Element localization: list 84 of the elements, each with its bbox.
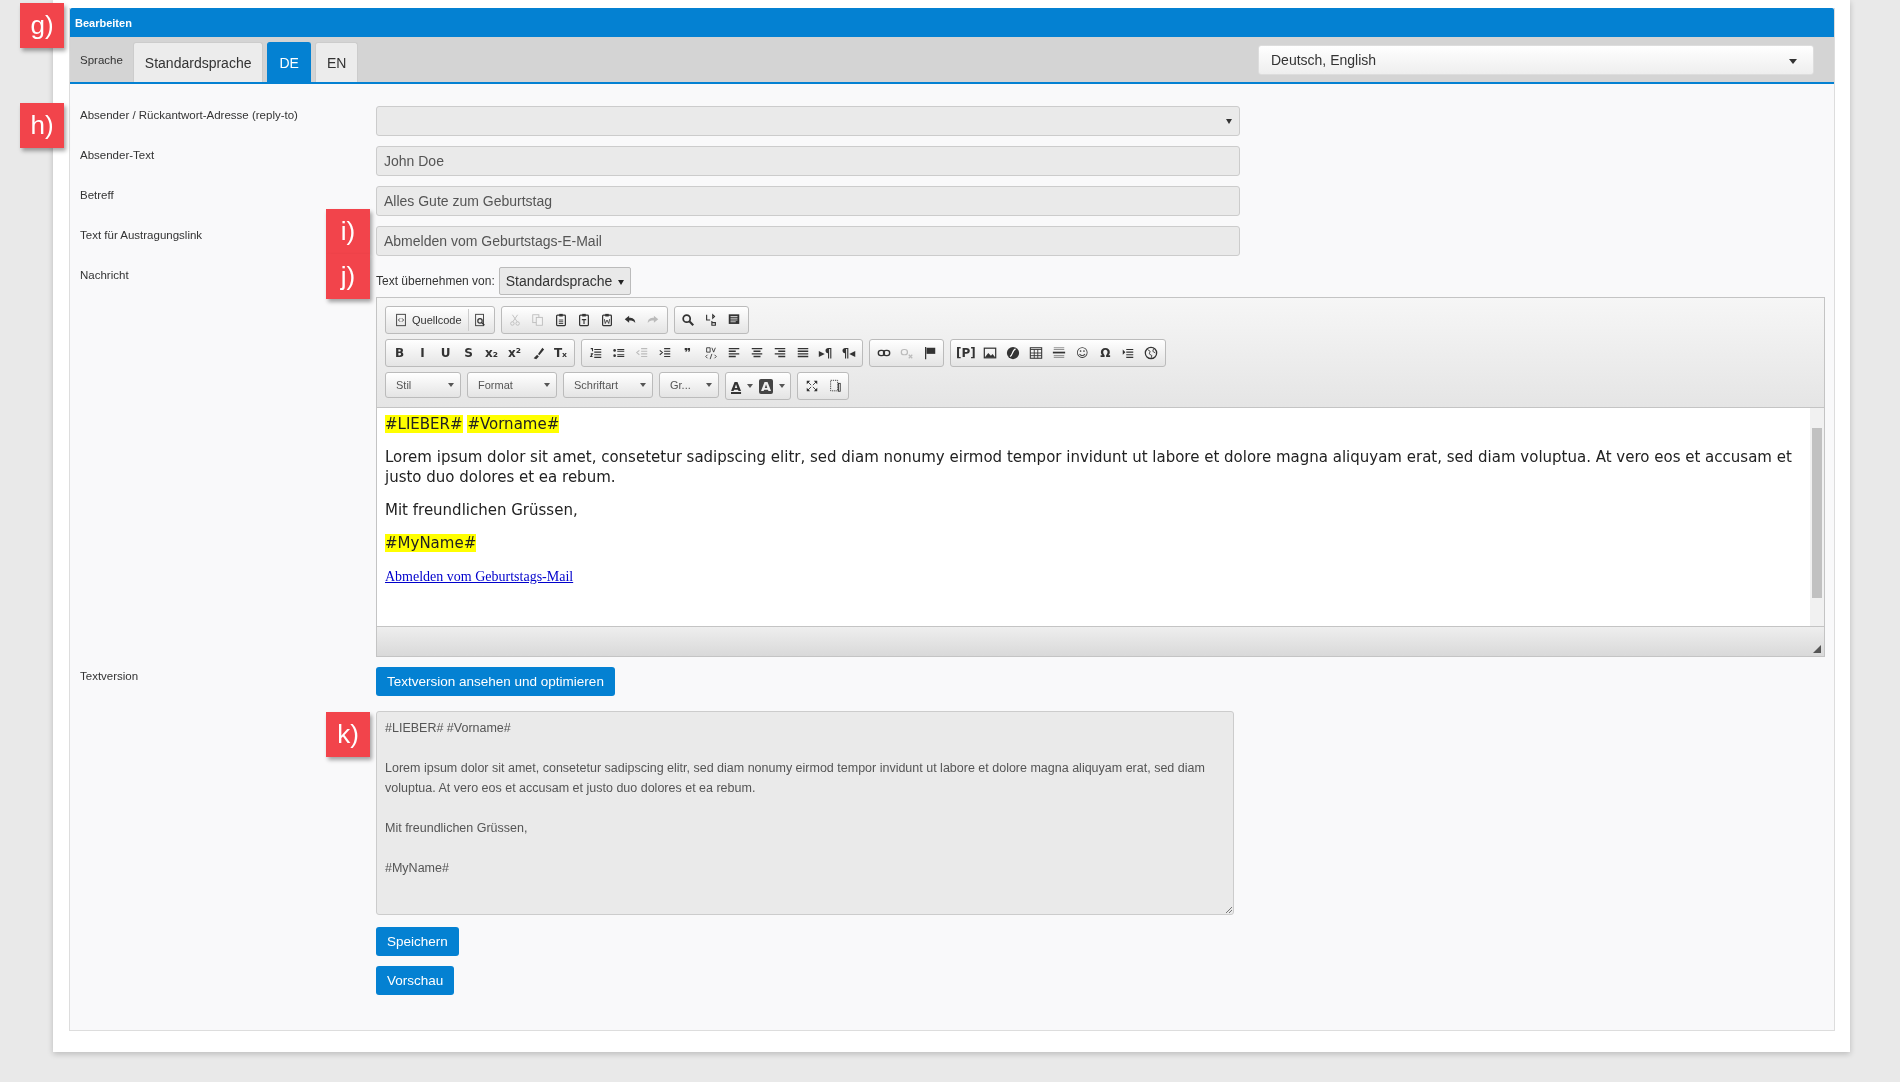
toolbar-button[interactable]: Tₓ — [549, 342, 572, 364]
placeholder-tag: #MyName# — [385, 534, 477, 552]
color-button[interactable]: A — [728, 375, 757, 397]
page-break-icon — [1121, 346, 1136, 360]
language-label: Sprache — [79, 53, 124, 66]
language-tab[interactable]: DE — [267, 42, 311, 82]
unsubscribe-link[interactable]: Abmelden vom Geburtstags-Mail — [385, 569, 574, 584]
maximize-icon — [804, 379, 819, 393]
indent-icon — [657, 346, 672, 360]
scissors-icon — [508, 313, 523, 327]
select-all-icon — [727, 313, 742, 327]
resize-grip-icon[interactable] — [1224, 905, 1232, 913]
toolbar-dropdown[interactable]: Gr... — [659, 372, 719, 398]
field-label: Absender-Text — [80, 149, 155, 161]
horizontal-rule-icon — [1052, 346, 1067, 360]
toolbar-button[interactable]: B — [388, 342, 411, 364]
text-version-button[interactable]: Textversion ansehen und optimieren — [376, 667, 615, 696]
text-version-field[interactable]: #LIEBER# #Vorname# Lorem ipsum dolor sit amet, consetetur sadipscing elitr, sed diam nonumy eirmod tempor invidunt ut labore et dolore magna aliquyam erat, sed diam voluptua. At vero eos et accusam et justo duo dolores et ea rebum. Mit freundlichen Grüssen, #MyName# — [376, 711, 1234, 915]
annotation-badge: h) — [20, 103, 64, 148]
annotation-badge: k) — [326, 712, 370, 757]
action-button[interactable]: Speichern — [376, 927, 459, 956]
toolbar-button[interactable]: x₂ — [480, 342, 503, 364]
toolbar-dropdown[interactable]: Stil — [385, 372, 461, 398]
annotation-badge: j) — [326, 254, 370, 299]
outdent-icon — [634, 346, 649, 360]
preview-icon — [473, 313, 488, 327]
scrollbar[interactable] — [1810, 408, 1824, 626]
toolbar-button[interactable]: S — [457, 342, 480, 364]
bulleted-list-icon — [611, 346, 626, 360]
annotation-badge: i) — [326, 209, 370, 254]
search-icon — [681, 313, 696, 327]
div-container-icon — [703, 346, 718, 360]
unlink-icon — [899, 346, 914, 360]
show-blocks-icon — [827, 379, 842, 393]
align-left-icon — [726, 346, 741, 360]
copy-from-label: Text übernehmen von: — [376, 274, 495, 288]
numbered-list-icon — [588, 346, 603, 360]
source-code-button[interactable]: Quellcode — [388, 309, 469, 331]
placeholder-tag: #LIEBER# — [385, 415, 463, 433]
field-label: Text für Austragungslink — [80, 229, 203, 241]
toolbar-button[interactable]: x² — [503, 342, 526, 364]
flag-icon — [922, 346, 937, 360]
toolbar-dropdown[interactable]: Schriftart — [563, 372, 653, 398]
code-file-icon — [394, 313, 408, 327]
align-right-icon — [772, 346, 787, 360]
align-center-icon — [749, 346, 764, 360]
toolbar-button[interactable]: I — [411, 342, 434, 364]
toolbar-button[interactable]: U — [434, 342, 457, 364]
toolbar-button[interactable]: Ω — [1093, 342, 1117, 364]
replace-icon — [704, 313, 719, 327]
input-field[interactable]: Abmelden vom Geburtstags-E-Mail — [376, 226, 1240, 256]
field-label: Nachricht — [80, 269, 129, 281]
table-icon — [1029, 346, 1044, 360]
action-button[interactable]: Vorschau — [376, 966, 455, 995]
message-paragraph: Lorem ipsum dolor sit amet, consetetur sadipscing elitr, sed diam nonumy eirmod tempor invidunt ut labore et dolore magna aliquyam erat, sed diam voluptua. At vero eos et accusam et justo duo dolores et ea rebum. — [385, 447, 1793, 487]
message-paragraph: Mit freundlichen Grüssen, — [385, 500, 579, 520]
input-field[interactable]: Alles Gute zum Geburtstag — [376, 186, 1240, 216]
clipboard-icon — [554, 313, 569, 327]
input-field[interactable]: John Doe — [376, 146, 1240, 176]
toolbar-button[interactable]: ❞ — [676, 342, 699, 364]
toolbar-button[interactable]: ☺ — [1070, 342, 1094, 364]
language-tab[interactable]: Standardsprache — [132, 42, 264, 82]
resize-grip-icon[interactable] — [1813, 645, 1821, 653]
globe-icon — [1144, 346, 1159, 360]
toolbar-button[interactable]: ¶◂ — [837, 342, 860, 364]
align-justify-icon — [795, 346, 810, 360]
copy-icon — [531, 313, 546, 327]
annotation-badge: g) — [20, 3, 64, 48]
language-tab[interactable]: EN — [314, 42, 359, 82]
toolbar-button[interactable]: ▸¶ — [814, 342, 837, 364]
panel-title: Bearbeiten — [75, 16, 132, 29]
toolbar-dropdown[interactable]: Format — [467, 372, 557, 398]
language-select[interactable]: Deutsch, English — [1258, 44, 1814, 75]
field-label: Betreff — [80, 189, 114, 201]
clipboard-word-icon — [600, 313, 615, 327]
placeholder-tag: #Vorname# — [467, 415, 560, 433]
field-label: Absender / Rückantwort-Adresse (reply-to) — [80, 109, 298, 121]
flash-icon — [1006, 346, 1021, 360]
copy-from-select[interactable]: Standardsprache — [498, 267, 632, 295]
clipboard-text-icon — [577, 313, 592, 327]
color-button[interactable]: A — [756, 375, 789, 397]
image-icon — [983, 346, 998, 360]
toolbar-button[interactable]: [P] — [953, 342, 979, 364]
field-label: Textversion — [80, 670, 139, 682]
